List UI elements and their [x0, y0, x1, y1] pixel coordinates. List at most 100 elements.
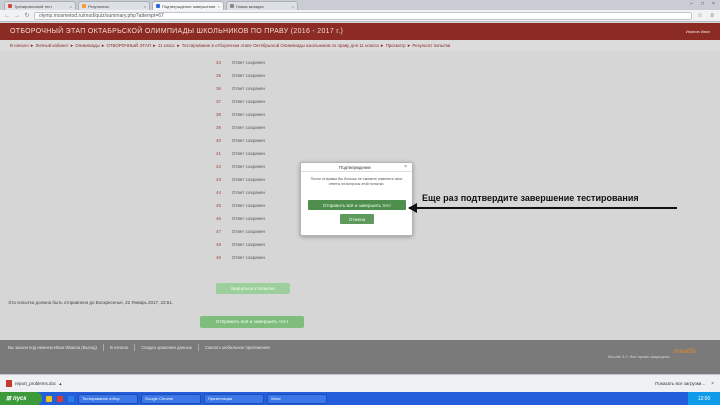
- dialog-message: После отправки Вы больше не сможете изме…: [310, 177, 403, 186]
- question-status: Ответ сохранен: [232, 242, 266, 247]
- back-icon[interactable]: ←: [4, 13, 10, 19]
- address-bar[interactable]: olymp.mosmetod.ru/mod/quiz/summary.php?a…: [34, 11, 692, 20]
- divider: [134, 344, 136, 351]
- question-status: Ответ сохранен: [232, 138, 266, 143]
- menu-icon[interactable]: ≡: [708, 13, 716, 19]
- question-number-link[interactable]: 45: [216, 203, 232, 208]
- question-number-link[interactable]: 39: [216, 125, 232, 130]
- question-number-link[interactable]: 36: [216, 86, 232, 91]
- browser-tab[interactable]: Тренировочный тест ×: [4, 1, 76, 10]
- question-row: 41 Ответ сохранен: [216, 147, 336, 160]
- question-row: 40 Ответ сохранен: [216, 134, 336, 147]
- taskbar-window-button[interactable]: Word: [267, 393, 327, 404]
- browser-tab-strip: Тренировочный тест × Результаты × Подтвержде…: [0, 0, 720, 10]
- taskbar-window-button[interactable]: Google Chrome: [141, 393, 201, 404]
- close-icon[interactable]: ×: [711, 381, 714, 387]
- close-tab-icon[interactable]: ×: [218, 4, 220, 9]
- login-info[interactable]: Вы зашли под именем Иван Иванов (Выход): [8, 345, 97, 350]
- copyright-text: Moodle 3.0. Все права защищены: [607, 354, 670, 359]
- windows-taskbar: ⊞ пуск Тестирование отбор Google Chrome Пр…: [0, 392, 720, 405]
- question-number-link[interactable]: 41: [216, 151, 232, 156]
- question-number-link[interactable]: 47: [216, 229, 232, 234]
- taskbar-window-button[interactable]: Презентация: [204, 393, 264, 404]
- close-icon[interactable]: ×: [404, 164, 407, 170]
- question-status: Ответ сохранен: [232, 151, 266, 156]
- question-status: Ответ сохранен: [232, 203, 266, 208]
- browser-toolbar: ← → ↻ olymp.mosmetod.ru/mod/quiz/summary…: [0, 10, 720, 22]
- tab-label: Новая вкладка: [236, 3, 264, 9]
- word-icon[interactable]: [68, 395, 74, 402]
- question-row: 35 Ответ сохранен: [216, 69, 336, 82]
- data-summary-link[interactable]: Сводка хранения данных: [141, 345, 192, 350]
- question-row: 37 Ответ сохранен: [216, 95, 336, 108]
- question-number-link[interactable]: 34: [216, 60, 232, 65]
- question-number-link[interactable]: 38: [216, 112, 232, 117]
- maximize-button[interactable]: □: [698, 1, 707, 8]
- breadcrumb[interactable]: В начало ► Личный кабинет ► Олимпиады ► …: [0, 40, 720, 51]
- question-number-link[interactable]: 43: [216, 177, 232, 182]
- system-tray-clock[interactable]: 12:00: [688, 392, 720, 405]
- return-to-attempt-button[interactable]: Вернуться к попытке: [216, 283, 290, 294]
- question-row: 49 Ответ сохранен: [216, 251, 336, 264]
- question-status: Ответ сохранен: [232, 125, 266, 130]
- question-number-link[interactable]: 40: [216, 138, 232, 143]
- reload-icon[interactable]: ↻: [24, 12, 30, 19]
- user-menu[interactable]: Иванов Иван: [686, 29, 710, 34]
- question-status: Ответ сохранен: [232, 255, 266, 260]
- favicon-icon: [8, 4, 12, 8]
- question-number-link[interactable]: 35: [216, 73, 232, 78]
- browser-tab[interactable]: Подтверждение завершения ×: [152, 1, 224, 10]
- close-window-button[interactable]: ×: [709, 1, 718, 8]
- show-all-downloads-link[interactable]: Показать все загрузки...: [655, 381, 705, 386]
- close-tab-icon[interactable]: ×: [144, 4, 146, 9]
- question-status: Ответ сохранен: [232, 112, 266, 117]
- question-number-link[interactable]: 42: [216, 164, 232, 169]
- start-button[interactable]: ⊞ пуск: [0, 392, 42, 405]
- question-number-link[interactable]: 37: [216, 99, 232, 104]
- moodle-logo[interactable]: moodle: [674, 348, 698, 362]
- star-icon[interactable]: ☆: [696, 12, 704, 19]
- footer-home-link[interactable]: В начало: [110, 345, 128, 350]
- close-tab-icon[interactable]: ×: [292, 4, 294, 9]
- start-label: пуск: [13, 395, 27, 402]
- favicon-icon: [156, 4, 160, 8]
- annotation-arrow-head: [408, 203, 417, 213]
- dialog-confirm-button[interactable]: Отправить всё и завершить тест: [308, 200, 406, 210]
- question-status: Ответ сохранен: [232, 99, 266, 104]
- question-row: 39 Ответ сохранен: [216, 121, 336, 134]
- close-tab-icon[interactable]: ×: [70, 4, 72, 9]
- browser-tab[interactable]: Новая вкладка ×: [226, 1, 298, 10]
- taskbar-window-button[interactable]: Тестирование отбор: [78, 393, 138, 404]
- dialog-cancel-button[interactable]: Отмена: [340, 214, 374, 224]
- folder-icon[interactable]: [46, 395, 52, 402]
- question-row: 38 Ответ сохранен: [216, 108, 336, 121]
- forward-icon[interactable]: →: [14, 13, 20, 19]
- favicon-icon: [82, 4, 86, 8]
- dialog-header: Подтверждение ×: [301, 163, 412, 172]
- site-header: ОТБОРОЧНЫЙ ЭТАП ОКТАБРЬСКОЙ ОЛИМПИАДЫ ШК…: [0, 23, 720, 40]
- footer-links: Вы зашли под именем Иван Иванов (Выход) …: [8, 343, 712, 352]
- tab-label: Подтверждение завершения: [162, 3, 216, 9]
- finish-attempt-button[interactable]: Отправить всё и завершить тест: [200, 316, 304, 328]
- download-item[interactable]: report_problems.doc ▴: [6, 380, 62, 387]
- mobile-app-link[interactable]: Скачать мобильное приложение: [205, 345, 270, 350]
- question-number-link[interactable]: 48: [216, 242, 232, 247]
- divider: [197, 344, 199, 351]
- question-status: Ответ сохранен: [232, 190, 266, 195]
- question-number-link[interactable]: 44: [216, 190, 232, 195]
- tab-label: Результаты: [88, 3, 110, 9]
- question-row: 36 Ответ сохранен: [216, 82, 336, 95]
- chevron-up-icon[interactable]: ▴: [59, 381, 61, 387]
- question-status: Ответ сохранен: [232, 229, 266, 234]
- download-filename: report_problems.doc: [15, 381, 57, 386]
- question-number-link[interactable]: 46: [216, 216, 232, 221]
- browser-icon[interactable]: [57, 395, 63, 402]
- minimize-button[interactable]: –: [687, 1, 696, 8]
- dialog-title: Подтверждение: [339, 164, 371, 170]
- browser-tab[interactable]: Результаты ×: [78, 1, 150, 10]
- question-number-link[interactable]: 49: [216, 255, 232, 260]
- confirm-dialog: Подтверждение × После отправки Вы больше…: [300, 162, 413, 236]
- question-status: Ответ сохранен: [232, 216, 266, 221]
- windows-logo-icon: ⊞: [6, 396, 12, 402]
- annotation-caption: Еще раз подтвердите завершение тестирова…: [422, 193, 639, 203]
